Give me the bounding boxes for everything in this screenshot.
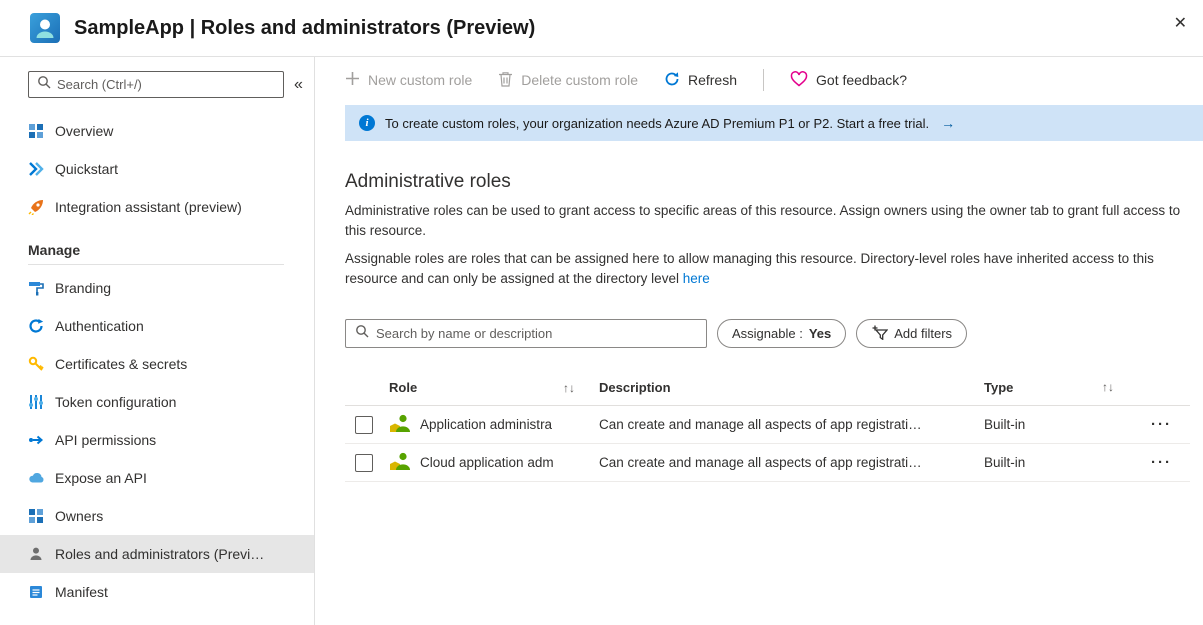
info-icon: i <box>359 115 375 131</box>
toolbar-divider <box>763 69 764 91</box>
sidebar-collapse-icon[interactable]: « <box>294 76 303 94</box>
column-type: Type <box>984 380 1013 395</box>
sidebar-item-branding[interactable]: Branding <box>0 269 314 307</box>
refresh-icon <box>664 71 680 90</box>
sidebar-item-label: Owners <box>55 508 103 524</box>
sidebar-item-roles-and-administrators[interactable]: Roles and administrators (Previ… <box>0 535 314 573</box>
sidebar-searchbox <box>28 71 284 98</box>
table-row[interactable]: Application administra Can create and ma… <box>345 406 1190 444</box>
sidebar-item-overview[interactable]: Overview <box>0 112 314 150</box>
main-panel: New custom role Delete custom role Refre… <box>315 57 1203 625</box>
sidebar-item-label: Certificates & secrets <box>55 356 187 372</box>
page-section-heading: Administrative roles <box>345 171 1190 193</box>
sidebar-item-label: API permissions <box>55 432 156 448</box>
sidebar-item-owners[interactable]: Owners <box>0 497 314 535</box>
sidebar-item-authentication[interactable]: Authentication <box>0 307 314 345</box>
column-description: Description <box>599 380 984 395</box>
filter-funnel-icon <box>871 325 888 343</box>
sidebar-item-label: Authentication <box>55 318 144 334</box>
refresh-button[interactable]: Refresh <box>664 71 737 90</box>
sidebar-item-label: Roles and administrators (Previ… <box>55 546 264 562</box>
sidebar-item-label: Integration assistant (preview) <box>55 199 242 215</box>
sidebar-item-certificates-secrets[interactable]: Certificates & secrets <box>0 345 314 383</box>
table-search-input[interactable] <box>376 326 697 341</box>
document-icon <box>28 584 44 600</box>
paint-roller-icon <box>28 280 44 296</box>
sidebar-item-label: Branding <box>55 280 111 296</box>
assignable-filter-pill[interactable]: Assignable :Yes <box>717 319 846 348</box>
sidebar-section-manage: Manage <box>28 242 314 258</box>
banner-arrow-icon[interactable]: → <box>941 115 955 131</box>
got-feedback-button[interactable]: Got feedback? <box>790 71 907 90</box>
assignable-paragraph: Assignable roles are roles that can be a… <box>345 249 1183 289</box>
role-type: Built-in <box>984 455 1144 470</box>
new-custom-role-button[interactable]: New custom role <box>345 71 472 89</box>
role-description: Can create and manage all aspects of app… <box>599 455 984 470</box>
role-name: Cloud application adm <box>420 455 554 470</box>
row-checkbox[interactable] <box>355 454 373 472</box>
here-link[interactable]: here <box>683 271 710 286</box>
rocket-icon <box>28 199 44 215</box>
sidebar-nav: Overview Quickstart Integration assistan… <box>0 112 314 611</box>
info-banner: i To create custom roles, your organizat… <box>345 105 1203 141</box>
window-header: SampleApp | Roles and administrators (Pr… <box>0 0 1203 57</box>
role-name: Application administra <box>420 417 552 432</box>
sidebar-item-expose-an-api[interactable]: Expose an API <box>0 459 314 497</box>
arrow-right-icon <box>28 432 44 448</box>
sidebar-item-token-configuration[interactable]: Token configuration <box>0 383 314 421</box>
role-person-icon <box>389 451 411 474</box>
role-type: Built-in <box>984 417 1144 432</box>
row-more-icon[interactable]: ··· <box>1151 454 1172 471</box>
sidebar-item-label: Overview <box>55 123 113 139</box>
row-checkbox[interactable] <box>355 416 373 434</box>
command-bar: New custom role Delete custom role Refre… <box>315 57 1203 103</box>
sliders-icon <box>28 394 44 410</box>
sidebar-item-quickstart[interactable]: Quickstart <box>0 150 314 188</box>
filter-bar: Assignable :Yes Add filters <box>345 319 1190 348</box>
sidebar-item-manifest[interactable]: Manifest <box>0 573 314 611</box>
sidebar-item-api-permissions[interactable]: API permissions <box>0 421 314 459</box>
sidebar-item-integration-assistant[interactable]: Integration assistant (preview) <box>0 188 314 226</box>
cloud-icon <box>28 470 44 486</box>
sidebar-search-input[interactable] <box>57 77 275 92</box>
sidebar: « Overview Quickstart <box>0 57 315 625</box>
intro-paragraph: Administrative roles can be used to gran… <box>345 201 1183 241</box>
sidebar-item-label: Expose an API <box>55 470 147 486</box>
table-row[interactable]: Cloud application adm Can create and man… <box>345 444 1190 482</box>
trash-icon <box>498 71 513 90</box>
column-role: Role <box>389 380 417 395</box>
overview-icon <box>28 123 44 139</box>
sidebar-item-label: Token configuration <box>55 394 176 410</box>
sidebar-item-label: Quickstart <box>55 161 118 177</box>
roles-table: Role ↑↓ Description Type ↑↓ <box>345 370 1190 482</box>
table-searchbox <box>345 319 707 348</box>
person-icon <box>28 546 44 562</box>
plus-icon <box>345 71 360 89</box>
table-header-row: Role ↑↓ Description Type ↑↓ <box>345 370 1190 406</box>
key-icon <box>28 356 44 372</box>
add-filters-button[interactable]: Add filters <box>856 319 967 348</box>
heart-icon <box>790 71 808 90</box>
page-title: SampleApp | Roles and administrators (Pr… <box>74 17 535 40</box>
role-description: Can create and manage all aspects of app… <box>599 417 984 432</box>
sort-icon[interactable]: ↑↓ <box>1102 380 1114 395</box>
sort-icon[interactable]: ↑↓ <box>563 381 575 395</box>
app-window: SampleApp | Roles and administrators (Pr… <box>0 0 1203 625</box>
search-icon <box>37 75 51 94</box>
close-icon[interactable]: ✕ <box>1174 16 1187 32</box>
app-icon <box>30 13 60 43</box>
role-person-icon <box>389 413 411 436</box>
row-more-icon[interactable]: ··· <box>1151 416 1172 433</box>
content-area: Administrative roles Administrative role… <box>315 141 1203 482</box>
circular-arrow-icon <box>28 318 44 334</box>
grid-icon <box>28 508 44 524</box>
banner-message: To create custom roles, your organizatio… <box>385 116 929 131</box>
delete-custom-role-button[interactable]: Delete custom role <box>498 71 638 90</box>
search-icon <box>355 324 369 343</box>
sidebar-item-label: Manifest <box>55 584 108 600</box>
sidebar-divider <box>28 264 284 265</box>
quickstart-icon <box>28 161 44 177</box>
